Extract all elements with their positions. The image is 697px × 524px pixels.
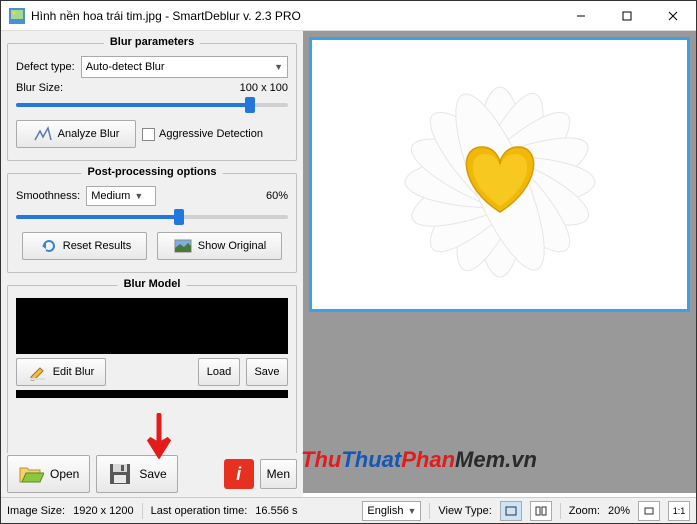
folder-open-icon [18, 462, 44, 486]
image-viewport[interactable] [303, 31, 696, 493]
info-button[interactable]: i [224, 459, 254, 489]
edit-blur-label: Edit Blur [53, 366, 95, 378]
blur-parameters-title: Blur parameters [104, 36, 200, 48]
language-combo[interactable]: English ▼ [362, 501, 421, 521]
defect-type-combo[interactable]: Auto-detect Blur ▼ [81, 56, 288, 78]
zoom-fit-button[interactable] [638, 501, 660, 521]
chevron-down-icon: ▼ [407, 506, 416, 516]
blur-size-value: 100 x 100 [240, 82, 288, 94]
load-blur-label: Load [207, 366, 231, 378]
close-button[interactable] [650, 1, 696, 31]
blur-model-title: Blur Model [118, 278, 187, 290]
aggressive-detection-label: Aggressive Detection [159, 128, 263, 140]
aggressive-detection-checkbox[interactable]: Aggressive Detection [142, 128, 263, 141]
image-icon [173, 236, 193, 256]
undo-icon [38, 236, 58, 256]
image-preview [309, 37, 690, 312]
bottom-toolbar: Open Save i Men [1, 453, 303, 497]
post-processing-group: Post-processing options Smoothness: Medi… [7, 173, 297, 273]
smoothness-combo[interactable]: Medium ▼ [86, 186, 156, 206]
chevron-down-icon: ▼ [134, 191, 143, 201]
blur-size-label: Blur Size: [16, 82, 63, 94]
smoothness-label: Smoothness: [16, 190, 80, 202]
edit-blur-button[interactable]: Edit Blur [16, 358, 106, 386]
window-title: Hình nền hoa trái tim.jpg - SmartDeblur … [31, 9, 558, 23]
flower-image [315, 42, 685, 307]
view-type-single-button[interactable] [500, 501, 522, 521]
titlebar: Hình nền hoa trái tim.jpg - SmartDeblur … [1, 1, 696, 31]
app-icon [9, 8, 25, 24]
open-button[interactable]: Open [7, 455, 90, 493]
chevron-down-icon: ▼ [274, 62, 283, 72]
blur-model-preview-secondary [16, 390, 288, 398]
image-size-value: 1920 x 1200 [73, 505, 134, 517]
save-blur-button[interactable]: Save [246, 358, 288, 386]
defect-type-label: Defect type: [16, 61, 75, 73]
menu-label: Men [267, 467, 290, 481]
smoothness-slider[interactable] [16, 210, 288, 224]
zoom-actual-label: 1:1 [673, 506, 686, 516]
show-original-button[interactable]: Show Original [157, 232, 282, 260]
analyze-blur-label: Analyze Blur [58, 128, 120, 140]
blur-parameters-group: Blur parameters Defect type: Auto-detect… [7, 43, 297, 161]
left-panel: Blur parameters Defect type: Auto-detect… [1, 31, 303, 493]
maximize-button[interactable] [604, 1, 650, 31]
zoom-value: 20% [608, 505, 630, 517]
view-type-label: View Type: [438, 505, 491, 517]
zoom-actual-button[interactable]: 1:1 [668, 501, 690, 521]
view-type-split-button[interactable] [530, 501, 552, 521]
save-blur-label: Save [254, 366, 279, 378]
image-size-label: Image Size: [7, 505, 65, 517]
info-icon: i [236, 464, 241, 485]
last-op-value: 16.556 s [255, 505, 297, 517]
zoom-label: Zoom: [569, 505, 600, 517]
smoothness-pct: 60% [266, 190, 288, 202]
statusbar: Image Size: 1920 x 1200 Last operation t… [1, 497, 696, 523]
open-label: Open [50, 467, 79, 481]
last-op-label: Last operation time: [151, 505, 248, 517]
save-button[interactable]: Save [96, 455, 177, 493]
pencil-icon [28, 362, 48, 382]
reset-results-label: Reset Results [63, 240, 131, 252]
floppy-disk-icon [107, 462, 133, 486]
analyze-icon [33, 124, 53, 144]
minimize-button[interactable] [558, 1, 604, 31]
load-blur-button[interactable]: Load [198, 358, 240, 386]
analyze-blur-button[interactable]: Analyze Blur [16, 120, 136, 148]
reset-results-button[interactable]: Reset Results [22, 232, 147, 260]
defect-type-value: Auto-detect Blur [86, 61, 165, 73]
blur-model-preview [16, 298, 288, 354]
checkbox-box-icon [142, 128, 155, 141]
show-original-label: Show Original [198, 240, 266, 252]
save-label: Save [139, 467, 166, 481]
smoothness-value: Medium [91, 190, 130, 202]
blur-size-slider[interactable] [16, 98, 288, 112]
post-processing-title: Post-processing options [82, 166, 223, 178]
window-controls [558, 1, 696, 30]
language-value: English [367, 505, 403, 517]
menu-button[interactable]: Men [260, 459, 297, 489]
